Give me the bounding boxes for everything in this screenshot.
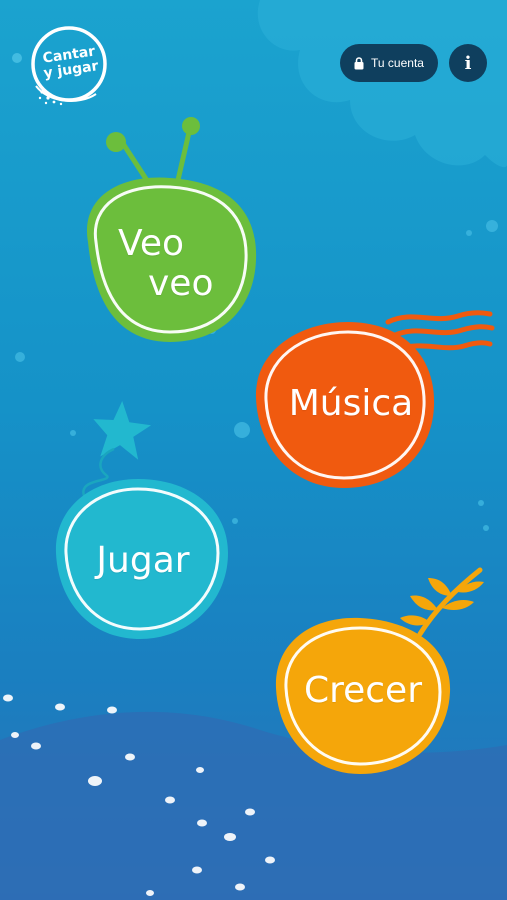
account-button[interactable]: Tu cuenta	[340, 44, 438, 82]
home-screen: Cantar y jugar Tu cuenta i Veo veo Músic…	[0, 0, 507, 900]
veo-veo-label: Veo veo	[100, 224, 260, 304]
account-button-label: Tu cuenta	[371, 56, 424, 70]
veo-veo-line-2: veo	[148, 263, 214, 304]
menu-item-jugar[interactable]: Jugar	[48, 393, 238, 648]
crecer-label: Crecer	[303, 670, 423, 711]
veo-veo-line-1: Veo	[118, 223, 185, 264]
jugar-label: Jugar	[96, 540, 190, 581]
lock-icon	[354, 56, 364, 69]
musica-label: Música	[288, 383, 414, 424]
info-button[interactable]: i	[449, 44, 487, 82]
app-logo[interactable]: Cantar y jugar	[28, 24, 112, 108]
menu-item-crecer[interactable]: Crecer	[270, 560, 495, 785]
menu-item-veo-veo[interactable]: Veo veo	[70, 112, 270, 352]
info-icon: i	[464, 52, 472, 74]
menu-item-musica[interactable]: Música	[248, 302, 498, 497]
star-bubble-icon	[55, 401, 229, 639]
